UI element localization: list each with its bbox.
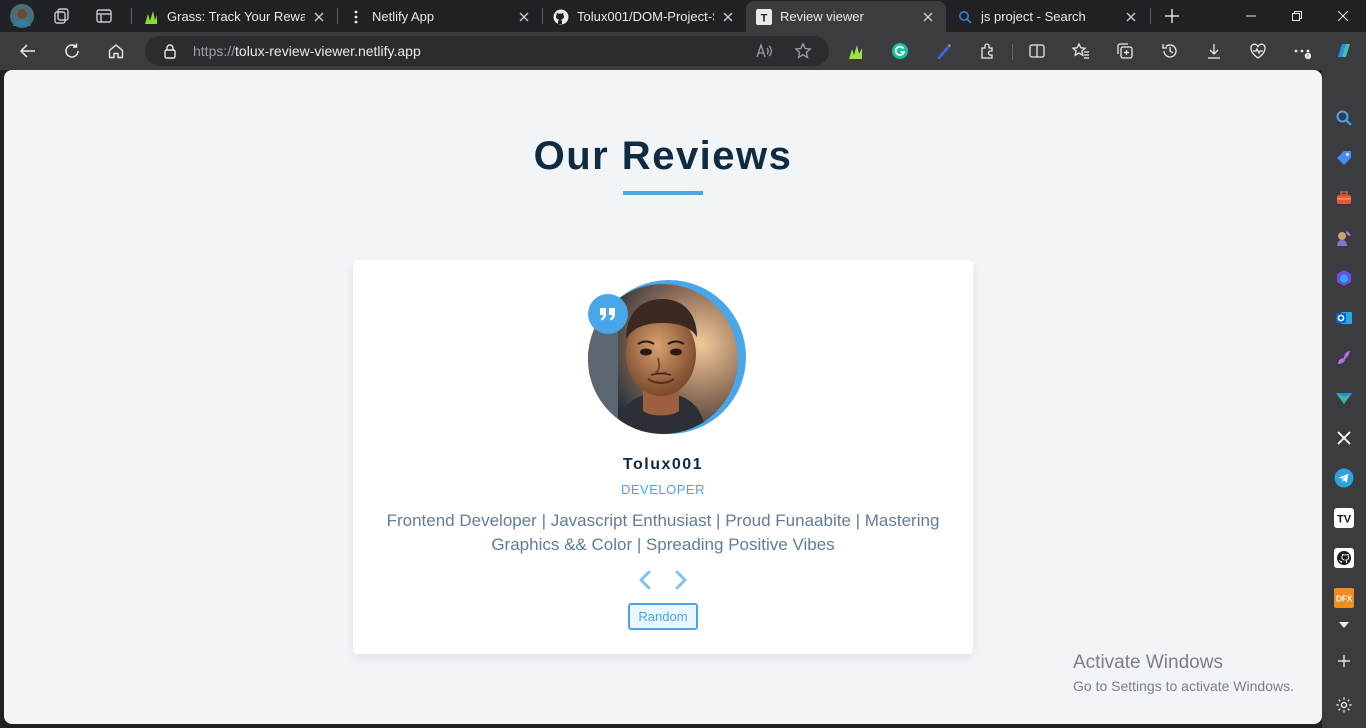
add-icon[interactable]: [1334, 651, 1354, 671]
copilot-icon[interactable]: [1334, 41, 1354, 61]
close-icon[interactable]: [311, 9, 327, 25]
x-icon[interactable]: [1334, 428, 1354, 448]
designer-icon[interactable]: [1334, 348, 1354, 368]
outlook-icon[interactable]: [1334, 308, 1354, 328]
tab-title: Netlify App: [372, 9, 435, 24]
reviewer-image-container: [588, 280, 746, 434]
close-icon[interactable]: [720, 9, 736, 25]
page-viewport: Our Reviews Tolux001 DEVELOPER Frontend …: [4, 70, 1322, 724]
grass-extension-icon[interactable]: [846, 41, 866, 61]
tab-grass[interactable]: Grass: Track Your Rewards: [133, 1, 337, 32]
svg-text:DFX: DFX: [1336, 595, 1353, 604]
back-button[interactable]: [14, 37, 42, 65]
netlify-icon: [348, 9, 364, 25]
quote-icon: [588, 294, 628, 334]
close-icon[interactable]: [516, 9, 532, 25]
watermark-subtitle: Go to Settings to activate Windows.: [1073, 678, 1294, 694]
tab-github[interactable]: Tolux001/DOM-Project-St: [543, 1, 746, 32]
review-navigation: [633, 568, 693, 592]
browser-toolbar: https://tolux-review-viewer.netlify.app …: [0, 32, 1366, 70]
restore-button[interactable]: [1274, 0, 1320, 32]
tab-netlify[interactable]: Netlify App: [338, 1, 542, 32]
close-icon[interactable]: [1123, 9, 1139, 25]
home-button[interactable]: [102, 37, 130, 65]
tab-actions-icon[interactable]: [90, 4, 118, 28]
telegram-icon[interactable]: [1334, 468, 1354, 488]
dfx-icon[interactable]: DFX: [1334, 588, 1354, 608]
tab-strip: Grass: Track Your Rewards Netlify App To…: [0, 0, 1366, 32]
workspaces-icon[interactable]: [48, 4, 76, 28]
edge-sidebar: TV DFX: [1322, 70, 1366, 728]
grass-icon: [143, 9, 159, 25]
browser-essentials-icon[interactable]: [1248, 41, 1268, 61]
refresh-button[interactable]: [58, 37, 86, 65]
favorites-icon[interactable]: [1071, 41, 1091, 61]
tab-title: Grass: Track Your Rewards: [167, 9, 305, 24]
favorite-star-icon[interactable]: [793, 41, 813, 61]
github-icon[interactable]: [1334, 548, 1354, 568]
url-text[interactable]: https://tolux-review-viewer.netlify.app: [193, 43, 421, 59]
new-tab-button[interactable]: [1160, 4, 1184, 28]
shopping-tag-icon[interactable]: [1334, 148, 1354, 168]
grammarly-icon[interactable]: [890, 41, 910, 61]
github-icon: [553, 9, 569, 25]
title-underline: [623, 191, 703, 195]
settings-icon[interactable]: [1334, 695, 1354, 715]
pen-extension-icon[interactable]: [934, 41, 954, 61]
drop-icon[interactable]: [1334, 388, 1354, 408]
svg-text:TV: TV: [1337, 514, 1352, 526]
tradingview-icon[interactable]: TV: [1334, 508, 1354, 528]
minimize-button[interactable]: [1228, 0, 1274, 32]
extensions-icon[interactable]: [978, 41, 998, 61]
prev-button[interactable]: [633, 568, 657, 592]
page-title: Our Reviews: [533, 134, 793, 178]
games-icon[interactable]: [1334, 228, 1354, 248]
tab-title: js project - Search: [981, 9, 1086, 24]
tools-icon[interactable]: [1334, 188, 1354, 208]
tab-review-viewer[interactable]: T Review viewer: [746, 1, 946, 32]
watermark-title: Activate Windows: [1073, 652, 1223, 673]
next-button[interactable]: [669, 568, 693, 592]
close-icon[interactable]: [920, 9, 936, 25]
reviewer-name: Tolux001: [622, 456, 704, 473]
close-window-button[interactable]: [1320, 0, 1366, 32]
settings-more-icon[interactable]: !: [1292, 41, 1312, 61]
lock-icon[interactable]: [163, 43, 177, 59]
collections-icon[interactable]: [1115, 41, 1135, 61]
site-t-icon: T: [756, 8, 772, 25]
copilot-app-icon[interactable]: [1334, 268, 1354, 288]
review-text: Frontend Developer | Javascript Enthusia…: [386, 511, 940, 554]
address-bar[interactable]: https://tolux-review-viewer.netlify.app: [145, 36, 829, 66]
downloads-icon[interactable]: [1204, 41, 1224, 61]
reviewer-job: DEVELOPER: [621, 482, 705, 497]
search-icon[interactable]: [1334, 108, 1354, 128]
svg-text:T: T: [761, 12, 768, 24]
random-button[interactable]: Random: [628, 603, 698, 630]
activate-windows-watermark: Activate Windows Go to Settings to activ…: [1073, 652, 1294, 696]
read-aloud-icon[interactable]: [754, 41, 774, 61]
search-icon: [957, 9, 973, 25]
split-screen-icon[interactable]: [1027, 41, 1047, 61]
review-card: Tolux001 DEVELOPER Frontend Developer | …: [353, 260, 973, 654]
profile-avatar[interactable]: [8, 4, 36, 28]
tab-title: Review viewer: [780, 9, 864, 24]
tab-search[interactable]: js project - Search: [947, 1, 1149, 32]
chevron-down-icon[interactable]: [1334, 615, 1354, 635]
history-icon[interactable]: [1160, 41, 1180, 61]
tab-title: Tolux001/DOM-Project-St: [577, 9, 714, 24]
